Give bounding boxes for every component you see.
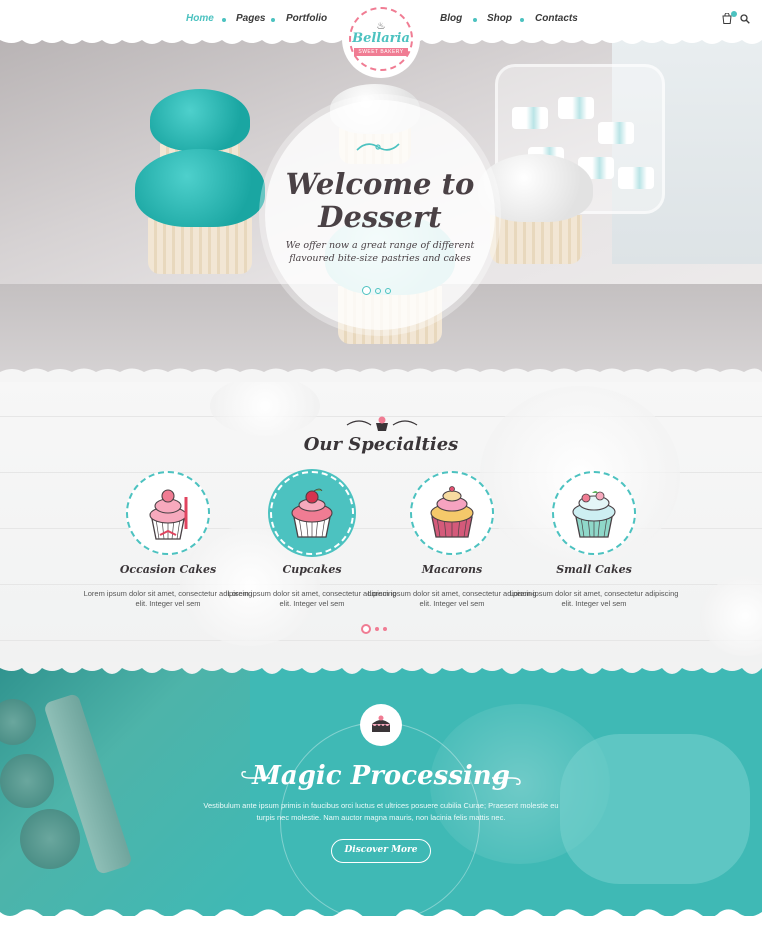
nav-item-shop[interactable]: Shop	[487, 13, 512, 24]
slider-dot[interactable]	[383, 627, 387, 631]
wood-plank-line	[0, 584, 762, 585]
nav-separator-dot	[520, 18, 524, 22]
specialties-title: Our Specialties	[303, 434, 459, 455]
frosting-drip-decoration	[0, 662, 762, 674]
flour-pile-image	[700, 576, 762, 656]
hand-image	[560, 734, 750, 884]
cupcake-raspberry-icon	[291, 488, 333, 538]
specialties-pagination	[361, 624, 387, 634]
nav-separator-dot	[271, 18, 275, 22]
cupcake-flower-icon	[572, 491, 616, 538]
slider-dot[interactable]	[385, 287, 391, 294]
discover-more-button[interactable]: Discover More	[331, 839, 431, 863]
flourish-ornament-icon	[356, 143, 400, 151]
slider-dot-active[interactable]	[362, 286, 371, 295]
specialty-badge-small-cakes[interactable]	[552, 471, 636, 555]
logo-name: Bellaria	[352, 31, 410, 46]
logo-ribbon: SWEET BAKERY	[354, 48, 408, 56]
cupcake-flourish-icon	[346, 416, 418, 431]
specialty-badge-cupcakes[interactable]	[270, 471, 354, 555]
hero-slider-pagination	[362, 286, 391, 295]
slider-dot[interactable]	[375, 287, 381, 294]
eggs-image	[210, 376, 320, 436]
hero-title: Welcome to Dessert	[285, 167, 475, 234]
specialty-description: Lorem ipsum dolor sit amet, consectetur …	[509, 589, 679, 608]
cupcake-image	[478, 154, 593, 264]
slider-dot-active[interactable]	[361, 624, 371, 634]
nav-separator-dot	[222, 18, 226, 22]
nav-item-home[interactable]: Home	[186, 13, 214, 24]
nav-item-contacts[interactable]: Contacts	[535, 13, 578, 24]
wood-plank-line	[0, 640, 762, 641]
logo-badge: ♨ Bellaria SWEET BAKERY	[349, 7, 413, 71]
cupcake-pink-icon	[149, 489, 188, 540]
magic-description: Vestibulum ante ipsum primis in faucibus…	[203, 801, 559, 822]
specialty-badge-macarons[interactable]	[410, 471, 494, 555]
nav-item-pages[interactable]: Pages	[236, 13, 265, 24]
frosting-drip-decoration	[0, 368, 762, 382]
hero-subtitle: We offer now a great range of different …	[285, 240, 475, 264]
chocolate-cake-icon	[360, 704, 402, 746]
nav-separator-dot	[473, 18, 477, 22]
site-logo[interactable]: ♨ Bellaria SWEET BAKERY	[342, 0, 420, 78]
flourish-ornament-icon	[492, 777, 521, 785]
nav-item-portfolio[interactable]: Portfolio	[286, 13, 327, 24]
frosting-drip-decoration	[0, 909, 762, 930]
specialty-badge-occasion-cakes[interactable]	[126, 471, 210, 555]
cupcake-image	[135, 149, 265, 274]
search-icon[interactable]	[740, 14, 750, 24]
magic-title: Magic Processing	[252, 761, 510, 791]
slider-dot[interactable]	[375, 627, 379, 631]
cupcake-swirl-icon	[430, 486, 474, 538]
nav-item-blog[interactable]: Blog	[440, 13, 462, 24]
cart-count-badge	[731, 11, 737, 17]
cookie-image	[0, 754, 54, 808]
specialty-name: Small Cakes	[556, 563, 632, 576]
cookie-image	[20, 809, 80, 869]
